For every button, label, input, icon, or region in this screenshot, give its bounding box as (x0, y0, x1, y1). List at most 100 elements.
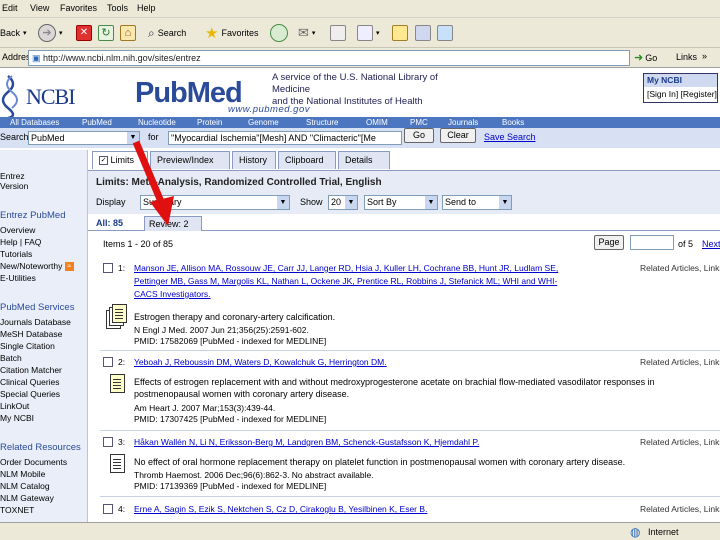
sidebar-item-order-documents[interactable]: Order Documents (0, 457, 67, 467)
print-button[interactable] (330, 23, 346, 43)
sidebar-item-nlm-mobile[interactable]: NLM Mobile (0, 469, 45, 479)
result-checkbox[interactable] (103, 504, 113, 514)
result-authors-line[interactable]: Yeboah J, Reboussin DM, Waters D, Kowalc… (134, 357, 387, 368)
tab-history[interactable]: History (232, 151, 276, 169)
chevron-down-icon[interactable]: ▾ (23, 29, 27, 37)
menu-favorites[interactable]: Favorites (60, 3, 97, 13)
save-search-link[interactable]: Save Search (484, 132, 536, 142)
search-button[interactable]: ⌕ Search (148, 23, 186, 43)
sidebar-item-tutorials[interactable]: Tutorials (0, 249, 32, 259)
myncbi-link[interactable]: My NCBI (644, 74, 717, 87)
signin-links[interactable]: [Sign In] [Register] (644, 87, 717, 101)
database-navbar: All Databases PubMed Nucleotide Protein … (0, 117, 720, 128)
nav-nucleotide[interactable]: Nucleotide (138, 117, 176, 128)
discuss-button[interactable] (392, 23, 408, 43)
nav-pmc[interactable]: PMC (410, 117, 428, 128)
menu-help[interactable]: Help (137, 3, 156, 13)
sidebar-item-citation-matcher[interactable]: Citation Matcher (0, 365, 62, 375)
related-articles-link[interactable]: Related Articles, Links (640, 263, 720, 274)
home-button[interactable]: ⌂ (120, 23, 136, 43)
research-button[interactable] (437, 23, 453, 43)
address-go-button[interactable]: ➜ Go (634, 50, 670, 66)
stop-button[interactable]: ✕ (76, 23, 92, 43)
chevron-right-icon[interactable]: » (702, 51, 707, 61)
sidebar-item-clinical-queries[interactable]: Clinical Queries (0, 377, 60, 387)
ncbi-logo[interactable]: NCBI (0, 70, 85, 120)
links-button[interactable]: Links (676, 52, 697, 62)
nav-protein[interactable]: Protein (197, 117, 222, 128)
search-query-input[interactable]: "Myocardial Ischemia"[Mesh] AND "Climact… (168, 131, 402, 145)
menu-tools[interactable]: Tools (107, 3, 128, 13)
abstract-document-icon[interactable] (110, 374, 125, 393)
database-select[interactable]: PubMed ▼ (28, 131, 140, 145)
sidebar-item-special-queries[interactable]: Special Queries (0, 389, 60, 399)
menu-edit[interactable]: Edit (2, 3, 18, 13)
search-icon: ⌕ (148, 25, 155, 40)
chevron-down-icon[interactable]: ▾ (376, 29, 380, 37)
next-page-link[interactable]: Next (702, 239, 720, 249)
sidebar-item-nlm-catalog[interactable]: NLM Catalog (0, 481, 50, 491)
abstract-document-icon[interactable] (110, 454, 125, 473)
tab-details[interactable]: Details (338, 151, 390, 169)
result-checkbox[interactable] (103, 357, 113, 367)
refresh-button[interactable]: ↻ (98, 23, 114, 43)
show-count-select[interactable]: 20 ▼ (328, 195, 358, 210)
nav-omim[interactable]: OMIM (366, 117, 388, 128)
subtab-all[interactable]: All: 85 (96, 218, 123, 228)
nav-pubmed[interactable]: PubMed (82, 117, 112, 128)
forward-button[interactable]: ➔ ▾ (38, 23, 63, 43)
sidebar-item-overview[interactable]: Overview (0, 225, 35, 235)
page-button[interactable]: Page (594, 235, 624, 250)
nav-journals[interactable]: Journals (448, 117, 478, 128)
edit-button[interactable]: ▾ (357, 23, 380, 43)
favorites-button[interactable]: ★ Favorites (205, 23, 258, 43)
sidebar-item-single-citation[interactable]: Single Citation (0, 341, 55, 351)
related-articles-link[interactable]: Related Articles, Links (640, 357, 720, 368)
sidebar-item-linkout[interactable]: LinkOut (0, 401, 29, 411)
result-authors-line[interactable]: Pettinger MB, Gass M, Margolis KL, Natha… (134, 276, 557, 287)
related-articles-link[interactable]: Related Articles, Links (640, 504, 720, 515)
sidebar-item-toxnet[interactable]: TOXNET (0, 505, 34, 515)
sidebar-item-eutilities[interactable]: E-Utilities (0, 273, 36, 283)
result-authors-line[interactable]: Håkan Wallén N, Li N, Eriksson-Berg M, L… (134, 437, 479, 448)
checkbox-checked-icon: ✓ (99, 156, 108, 166)
sidebar-item-journals-db[interactable]: Journals Database (0, 317, 71, 327)
mail-button[interactable]: ✉ ▾ (298, 23, 315, 43)
nav-structure[interactable]: Structure (306, 117, 338, 128)
sidebar-item-version[interactable]: Version (0, 181, 28, 191)
chevron-down-icon[interactable]: ▾ (312, 29, 316, 37)
nav-all-databases[interactable]: All Databases (10, 117, 59, 128)
result-checkbox[interactable] (103, 437, 113, 447)
result-number: 3: (118, 437, 126, 447)
sidebar-item-mesh-db[interactable]: MeSH Database (0, 329, 62, 339)
result-authors-line[interactable]: CACS Investigators. (134, 289, 211, 300)
history-button[interactable] (270, 23, 288, 43)
left-sidebar: Entrez Version Entrez PubMed Overview He… (0, 150, 88, 540)
tab-clipboard[interactable]: Clipboard (278, 151, 336, 169)
page-number-input[interactable] (630, 235, 674, 250)
sidebar-item-nlm-gateway[interactable]: NLM Gateway (0, 493, 54, 503)
abstract-document-icon[interactable] (112, 304, 127, 323)
address-input[interactable]: ▣ http://www.ncbi.nlm.nih.gov/sites/entr… (28, 50, 630, 66)
sidebar-item-new[interactable]: New/Noteworthy ≈ (0, 261, 74, 272)
result-authors-line[interactable]: Manson JE, Allison MA, Rossouw JE, Carr … (134, 263, 558, 274)
sort-by-select[interactable]: Sort By ▼ (364, 195, 438, 210)
result-checkbox[interactable] (103, 263, 113, 273)
chevron-down-icon[interactable]: ▾ (59, 29, 63, 37)
result-authors-line[interactable]: Erne A, Sagin S, Ezik S, Nektchen S, Cz … (134, 504, 427, 515)
back-button[interactable]: Back ▾ (0, 23, 27, 43)
sidebar-item-myncbi[interactable]: My NCBI (0, 413, 34, 423)
clear-button[interactable]: Clear (440, 128, 476, 143)
messenger-button[interactable] (415, 23, 431, 43)
send-to-select[interactable]: Send to ▼ (442, 195, 512, 210)
search-go-button[interactable]: Go (404, 128, 434, 143)
sidebar-item-help[interactable]: Help | FAQ (0, 237, 41, 247)
chevron-down-icon: ▼ (425, 196, 437, 209)
menu-view[interactable]: View (30, 3, 49, 13)
nav-books[interactable]: Books (502, 117, 524, 128)
nav-genome[interactable]: Genome (248, 117, 279, 128)
sidebar-item-entrez[interactable]: Entrez (0, 171, 25, 181)
show-label: Show (300, 197, 323, 207)
related-articles-link[interactable]: Related Articles, Links (640, 437, 720, 448)
sidebar-item-batch[interactable]: Batch (0, 353, 22, 363)
